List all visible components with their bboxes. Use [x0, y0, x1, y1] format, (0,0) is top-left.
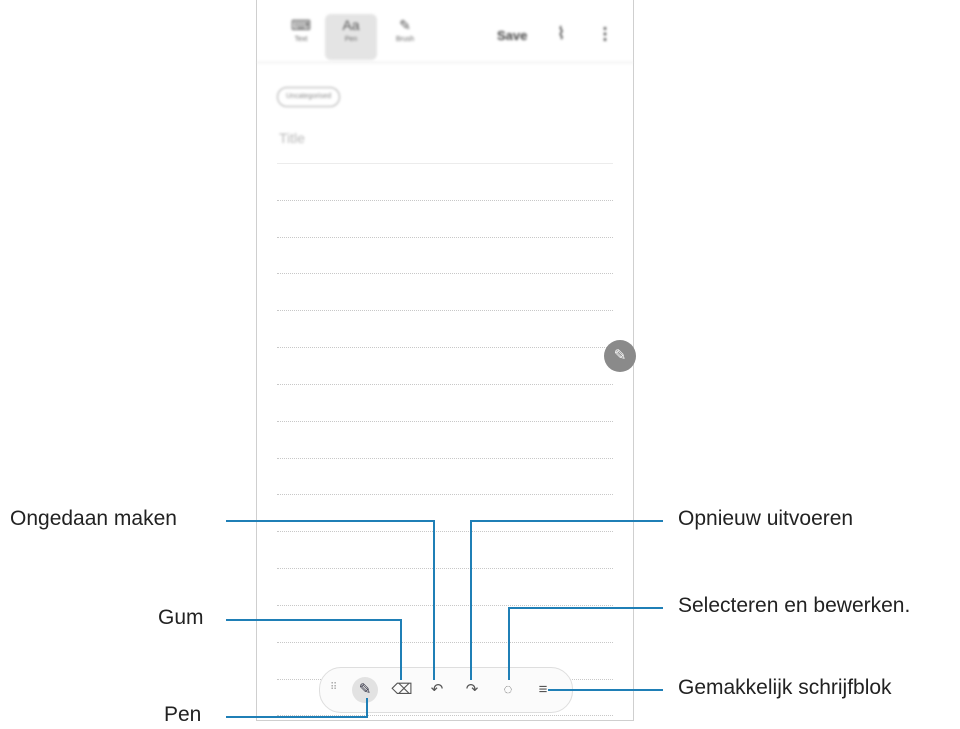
writing-line	[277, 347, 613, 348]
callout-easy-writing-pad: Gemakkelijk schrijfblok	[678, 676, 892, 699]
redo-leader-h	[470, 520, 663, 522]
pen-icon: ✎	[358, 681, 372, 698]
lasso-icon: ◌	[503, 681, 513, 698]
pen-fab-button[interactable]: ✎	[604, 340, 636, 372]
redo-icon: ↷	[465, 681, 479, 698]
writing-line	[277, 310, 613, 311]
undo-button[interactable]: ↶	[424, 677, 450, 703]
callout-undo: Ongedaan maken	[10, 507, 177, 530]
save-button[interactable]: Save	[497, 28, 527, 43]
category-chip[interactable]: Uncategorised	[277, 87, 341, 107]
eraser-leader-h	[226, 619, 402, 621]
callout-pen: Pen	[164, 703, 202, 726]
writing-line	[277, 458, 613, 459]
handwriting-icon: Aa	[342, 17, 360, 33]
attach-icon[interactable]: ⌇	[557, 24, 565, 44]
writing-line	[277, 494, 613, 495]
more-options-icon[interactable]: ⋮	[597, 24, 613, 44]
pencil-icon: ✎	[613, 347, 627, 364]
redo-button[interactable]: ↷	[459, 677, 485, 703]
drag-handle-icon[interactable]: ⠿	[330, 682, 337, 693]
callout-redo: Opnieuw uitvoeren	[678, 507, 854, 530]
top-bar: ⌨ Text Aa Pen ✎ Brush Save ⌇ ⋮	[257, 0, 633, 63]
select-button[interactable]: ◌	[495, 677, 521, 703]
writing-pad-icon: ≡	[538, 681, 548, 698]
tab-brush[interactable]: ✎ Brush	[379, 14, 431, 60]
writing-line	[277, 421, 613, 422]
redo-leader-v	[470, 520, 472, 680]
tab-pen[interactable]: Aa Pen	[325, 14, 377, 60]
writing-line	[277, 237, 613, 238]
title-field[interactable]: Title	[279, 130, 305, 146]
easy-pad-leader-h	[548, 689, 663, 691]
keyboard-icon: ⌨	[290, 17, 312, 33]
undo-leader-v	[433, 520, 435, 680]
note-editor-screen: ⌨ Text Aa Pen ✎ Brush Save ⌇ ⋮ Uncategor…	[256, 0, 636, 721]
select-leader-v	[508, 607, 510, 680]
undo-icon: ↶	[430, 681, 444, 698]
title-divider	[277, 163, 613, 164]
writing-line	[277, 384, 613, 385]
select-leader-h	[508, 607, 663, 609]
writing-line	[277, 200, 613, 201]
pen-leader-h	[226, 716, 368, 718]
writing-line	[277, 531, 613, 532]
writing-line	[277, 605, 613, 606]
callout-select: Selecteren en bewerken.	[678, 594, 911, 617]
writing-line	[277, 273, 613, 274]
tab-text[interactable]: ⌨ Text	[275, 14, 327, 60]
pen-toolbar: ⠿ ✎ ⌫ ↶ ↷ ◌ ≡	[319, 667, 573, 713]
eraser-button[interactable]: ⌫	[389, 677, 415, 703]
writing-line	[277, 642, 613, 643]
brush-icon: ✎	[399, 17, 411, 33]
eraser-leader-v	[400, 619, 402, 680]
callout-eraser: Gum	[158, 606, 204, 629]
pen-leader-v	[366, 698, 368, 718]
eraser-icon: ⌫	[391, 681, 413, 698]
pen-button[interactable]: ✎	[352, 677, 378, 703]
undo-leader-h	[226, 520, 435, 522]
writing-line	[277, 568, 613, 569]
